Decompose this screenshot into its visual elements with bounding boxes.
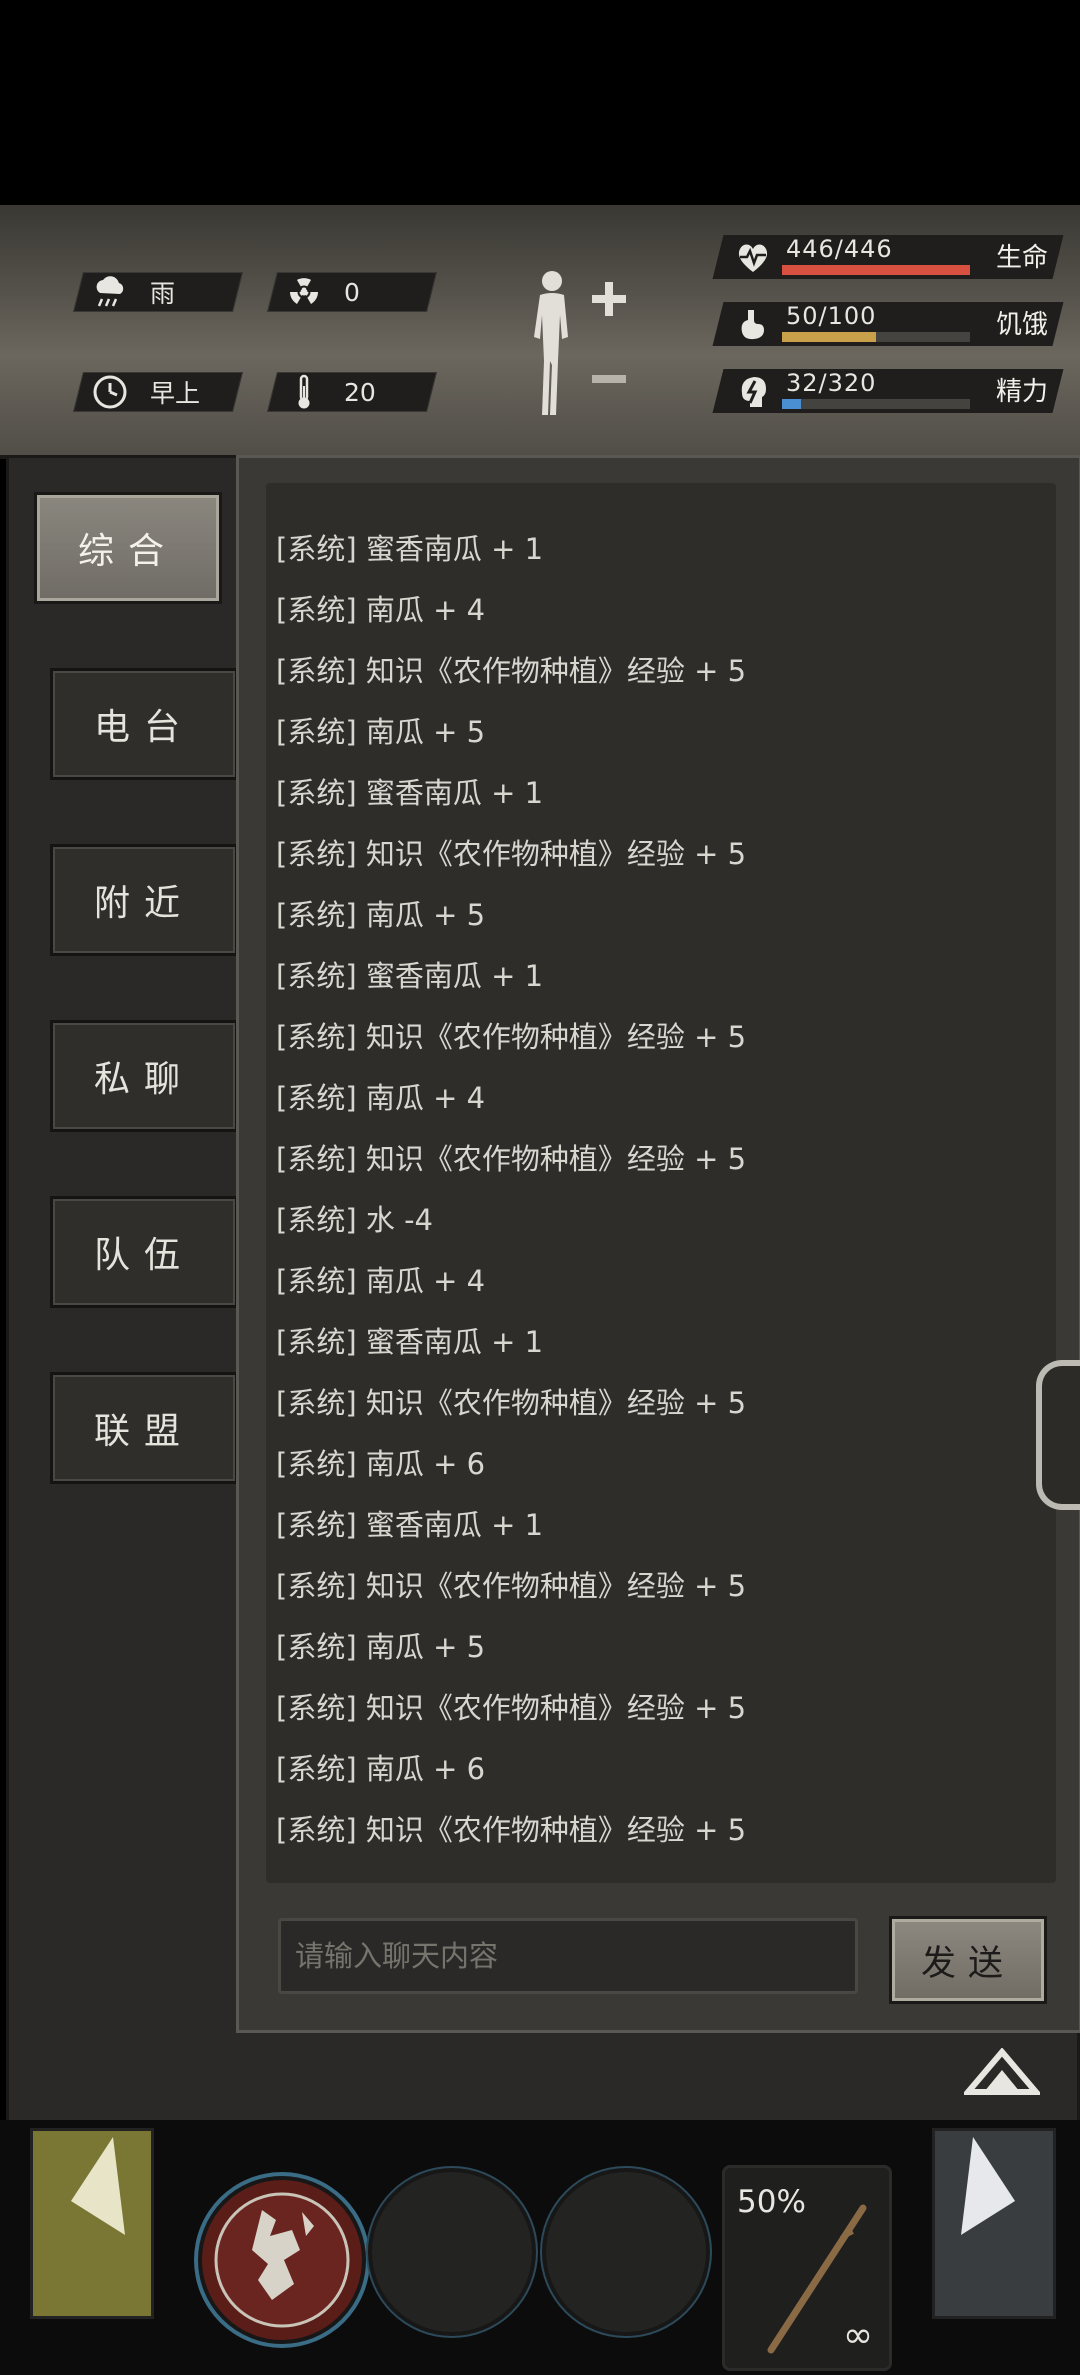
- chat-message: [系统] 知识《农作物种植》经验 + 5: [276, 1142, 747, 1176]
- send-button[interactable]: 发送: [889, 1916, 1047, 2004]
- time-label: 早上: [150, 379, 201, 408]
- skill-slot-2[interactable]: [368, 2168, 536, 2336]
- chat-message: [系统] 南瓜 + 4: [276, 1264, 486, 1298]
- clock-icon: [92, 374, 128, 410]
- heart-pulse-icon: [734, 239, 772, 277]
- chat-message: [系统] 南瓜 + 4: [276, 593, 486, 627]
- radiation-value: 0: [344, 277, 360, 307]
- chat-message: [系统] 蜜香南瓜 + 1: [276, 959, 544, 993]
- chat-message: [系统] 知识《农作物种植》经验 + 5: [276, 1569, 747, 1603]
- status-hud: 雨 0 早上 20 446/446 生命 50/100 饥饿 32/320 精力: [0, 205, 1080, 459]
- tab-radio[interactable]: 电台: [50, 668, 238, 780]
- chat-message: [系统] 南瓜 + 6: [276, 1752, 486, 1786]
- time-chip: 早上: [73, 372, 243, 412]
- tab-private[interactable]: 私聊: [50, 1020, 238, 1132]
- chat-message: [系统] 南瓜 + 4: [276, 1081, 486, 1115]
- tab-team[interactable]: 队伍: [50, 1196, 238, 1308]
- body-status-button[interactable]: [520, 265, 630, 425]
- health-label: 生命: [995, 243, 1048, 273]
- chat-input[interactable]: [278, 1918, 858, 1994]
- energy-label: 精力: [995, 377, 1048, 407]
- rain-cloud-icon: [92, 274, 128, 310]
- chat-message: [系统] 知识《农作物种植》经验 + 5: [276, 837, 747, 871]
- brain-bolt-icon: [734, 373, 772, 411]
- chat-message: [系统] 水 -4: [276, 1203, 433, 1237]
- weapon-slot[interactable]: 50% ∞: [722, 2165, 892, 2371]
- tab-general[interactable]: 综合: [34, 492, 222, 604]
- skill-slot-3[interactable]: [542, 2168, 710, 2336]
- chat-message: [系统] 南瓜 + 5: [276, 898, 486, 932]
- radiation-icon: [286, 274, 322, 310]
- hunger-bar: [782, 332, 970, 342]
- chat-message: [系统] 知识《农作物种植》经验 + 5: [276, 1813, 747, 1847]
- hunger-value: 50/100: [786, 302, 877, 330]
- energy-stat: 32/320 精力: [712, 369, 1064, 417]
- chat-message: [系统] 知识《农作物种植》经验 + 5: [276, 1020, 747, 1054]
- health-bar: [782, 265, 970, 275]
- hotbar: [0, 2120, 1080, 2375]
- stomach-icon: [734, 306, 772, 344]
- next-button[interactable]: [932, 2128, 1056, 2319]
- arrow-left-icon: [71, 2137, 125, 2235]
- hunger-label: 饥饿: [995, 310, 1048, 340]
- health-value: 446/446: [786, 235, 893, 263]
- chat-message: [系统] 蜜香南瓜 + 1: [276, 532, 544, 566]
- chat-message: [系统] 南瓜 + 5: [276, 1630, 486, 1664]
- chat-message: [系统] 知识《农作物种植》经验 + 5: [276, 654, 747, 688]
- chat-message: [系统] 南瓜 + 6: [276, 1447, 486, 1481]
- weather-chip: 雨: [73, 272, 243, 312]
- weapon-ammo: ∞: [843, 2315, 873, 2356]
- hunger-stat: 50/100 饥饿: [712, 302, 1064, 350]
- side-drawer-handle[interactable]: [1036, 1360, 1080, 1510]
- arrow-right-icon: [961, 2137, 1015, 2235]
- energy-bar: [782, 399, 970, 409]
- temperature-chip: 20: [267, 372, 437, 412]
- health-stat: 446/446 生命: [712, 235, 1064, 283]
- chat-message: [系统] 知识《农作物种植》经验 + 5: [276, 1386, 747, 1420]
- thermometer-icon: [286, 374, 322, 410]
- chat-message: [系统] 蜜香南瓜 + 1: [276, 1508, 544, 1542]
- temperature-value: 20: [344, 377, 376, 407]
- chat-message: [系统] 知识《农作物种植》经验 + 5: [276, 1691, 747, 1725]
- skill-slot-1[interactable]: [198, 2176, 366, 2344]
- chat-message: [系统] 蜜香南瓜 + 1: [276, 776, 544, 810]
- chat-log[interactable]: [系统] 蜜香南瓜 + 1 [系统] 南瓜 + 4 [系统] 知识《农作物种植》经验…: [266, 483, 1056, 1883]
- fist-skill-icon: [214, 2192, 350, 2328]
- body-figure-icon: [534, 271, 626, 415]
- weather-label: 雨: [150, 279, 176, 308]
- tab-nearby[interactable]: 附近: [50, 844, 238, 956]
- energy-value: 32/320: [786, 369, 877, 397]
- radiation-chip: 0: [267, 272, 437, 312]
- chat-message: [系统] 南瓜 + 5: [276, 715, 486, 749]
- collapse-up-icon[interactable]: [961, 2047, 1043, 2098]
- previous-button[interactable]: [30, 2128, 154, 2319]
- tab-alliance[interactable]: 联盟: [50, 1372, 238, 1484]
- chat-message: [系统] 蜜香南瓜 + 1: [276, 1325, 544, 1359]
